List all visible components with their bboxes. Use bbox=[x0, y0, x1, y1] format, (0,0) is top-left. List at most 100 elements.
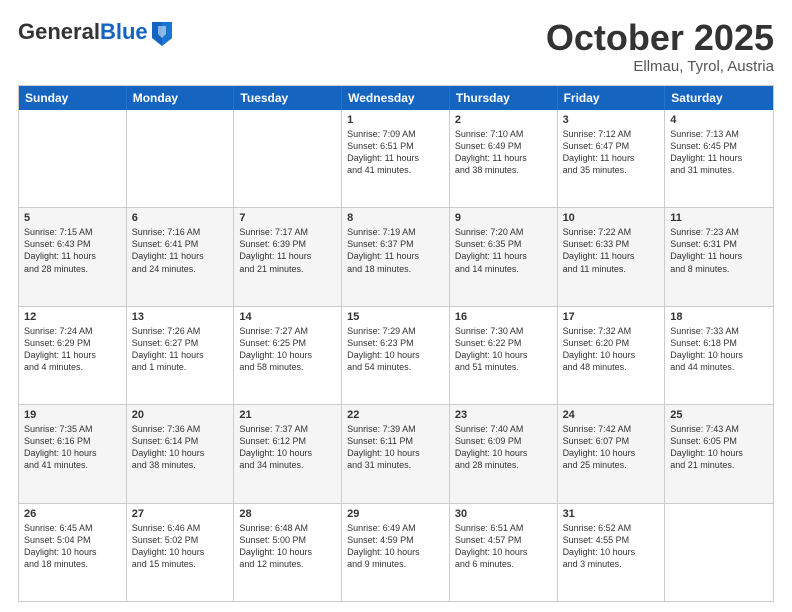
day-info: Sunrise: 7:37 AM Sunset: 6:12 PM Dayligh… bbox=[239, 423, 336, 472]
day-number: 19 bbox=[24, 409, 121, 421]
day-number: 17 bbox=[563, 311, 660, 323]
calendar-cell-day-21: 21 Sunrise: 7:37 AM Sunset: 6:12 PM Dayli… bbox=[234, 405, 342, 502]
header: GeneralBlue October 2025 Ellmau, Tyrol, … bbox=[18, 18, 774, 75]
day-number: 22 bbox=[347, 409, 444, 421]
calendar-header: SundayMondayTuesdayWednesdayThursdayFrid… bbox=[19, 86, 773, 110]
title-block: October 2025 Ellmau, Tyrol, Austria bbox=[546, 18, 774, 75]
day-number: 18 bbox=[670, 311, 768, 323]
logo: GeneralBlue bbox=[18, 18, 174, 46]
calendar-row-2: 5 Sunrise: 7:15 AM Sunset: 6:43 PM Daylig… bbox=[19, 207, 773, 305]
day-info: Sunrise: 7:12 AM Sunset: 6:47 PM Dayligh… bbox=[563, 128, 660, 177]
day-info: Sunrise: 7:19 AM Sunset: 6:37 PM Dayligh… bbox=[347, 226, 444, 275]
calendar-cell-day-3: 3 Sunrise: 7:12 AM Sunset: 6:47 PM Daylig… bbox=[558, 110, 666, 207]
calendar-cell-day-23: 23 Sunrise: 7:40 AM Sunset: 6:09 PM Dayli… bbox=[450, 405, 558, 502]
day-number: 15 bbox=[347, 311, 444, 323]
calendar-cell-day-24: 24 Sunrise: 7:42 AM Sunset: 6:07 PM Dayli… bbox=[558, 405, 666, 502]
day-info: Sunrise: 7:24 AM Sunset: 6:29 PM Dayligh… bbox=[24, 325, 121, 374]
calendar-cell-empty bbox=[665, 504, 773, 601]
day-number: 26 bbox=[24, 508, 121, 520]
day-info: Sunrise: 6:52 AM Sunset: 4:55 PM Dayligh… bbox=[563, 522, 660, 571]
calendar-row-1: 1Sunrise: 7:09 AM Sunset: 6:51 PM Daylig… bbox=[19, 110, 773, 207]
day-info: Sunrise: 6:46 AM Sunset: 5:02 PM Dayligh… bbox=[132, 522, 229, 571]
weekday-header-saturday: Saturday bbox=[665, 86, 773, 110]
day-number: 2 bbox=[455, 114, 552, 126]
day-info: Sunrise: 7:39 AM Sunset: 6:11 PM Dayligh… bbox=[347, 423, 444, 472]
calendar-cell-day-17: 17 Sunrise: 7:32 AM Sunset: 6:20 PM Dayli… bbox=[558, 307, 666, 404]
day-number: 5 bbox=[24, 212, 121, 224]
day-number: 6 bbox=[132, 212, 229, 224]
subtitle: Ellmau, Tyrol, Austria bbox=[546, 58, 774, 75]
day-number: 1 bbox=[347, 114, 444, 126]
calendar-cell-day-9: 9Sunrise: 7:20 AM Sunset: 6:35 PM Daylig… bbox=[450, 208, 558, 305]
calendar-row-4: 19Sunrise: 7:35 AM Sunset: 6:16 PM Dayli… bbox=[19, 404, 773, 502]
month-title: October 2025 bbox=[546, 18, 774, 58]
weekday-header-wednesday: Wednesday bbox=[342, 86, 450, 110]
calendar-body: 1Sunrise: 7:09 AM Sunset: 6:51 PM Daylig… bbox=[19, 110, 773, 601]
day-number: 16 bbox=[455, 311, 552, 323]
day-info: Sunrise: 7:43 AM Sunset: 6:05 PM Dayligh… bbox=[670, 423, 768, 472]
day-number: 30 bbox=[455, 508, 552, 520]
page: GeneralBlue October 2025 Ellmau, Tyrol, … bbox=[0, 0, 792, 612]
day-number: 29 bbox=[347, 508, 444, 520]
day-number: 21 bbox=[239, 409, 336, 421]
day-number: 20 bbox=[132, 409, 229, 421]
calendar-cell-day-2: 2 Sunrise: 7:10 AM Sunset: 6:49 PM Daylig… bbox=[450, 110, 558, 207]
day-number: 14 bbox=[239, 311, 336, 323]
day-info: Sunrise: 7:26 AM Sunset: 6:27 PM Dayligh… bbox=[132, 325, 229, 374]
day-number: 23 bbox=[455, 409, 552, 421]
day-info: Sunrise: 7:13 AM Sunset: 6:45 PM Dayligh… bbox=[670, 128, 768, 177]
day-info: Sunrise: 6:45 AM Sunset: 5:04 PM Dayligh… bbox=[24, 522, 121, 571]
calendar: SundayMondayTuesdayWednesdayThursdayFrid… bbox=[18, 85, 774, 602]
day-info: Sunrise: 7:27 AM Sunset: 6:25 PM Dayligh… bbox=[239, 325, 336, 374]
weekday-header-monday: Monday bbox=[127, 86, 235, 110]
day-info: Sunrise: 6:48 AM Sunset: 5:00 PM Dayligh… bbox=[239, 522, 336, 571]
weekday-header-sunday: Sunday bbox=[19, 86, 127, 110]
calendar-cell-day-26: 26 Sunrise: 6:45 AM Sunset: 5:04 PM Dayli… bbox=[19, 504, 127, 601]
day-info: Sunrise: 6:51 AM Sunset: 4:57 PM Dayligh… bbox=[455, 522, 552, 571]
calendar-cell-day-20: 20 Sunrise: 7:36 AM Sunset: 6:14 PM Dayli… bbox=[127, 405, 235, 502]
day-info: Sunrise: 7:23 AM Sunset: 6:31 PM Dayligh… bbox=[670, 226, 768, 275]
day-info: Sunrise: 7:29 AM Sunset: 6:23 PM Dayligh… bbox=[347, 325, 444, 374]
calendar-row-5: 26 Sunrise: 6:45 AM Sunset: 5:04 PM Dayli… bbox=[19, 503, 773, 601]
day-info: Sunrise: 7:36 AM Sunset: 6:14 PM Dayligh… bbox=[132, 423, 229, 472]
day-info: Sunrise: 7:30 AM Sunset: 6:22 PM Dayligh… bbox=[455, 325, 552, 374]
day-info: Sunrise: 7:16 AM Sunset: 6:41 PM Dayligh… bbox=[132, 226, 229, 275]
day-info: Sunrise: 7:40 AM Sunset: 6:09 PM Dayligh… bbox=[455, 423, 552, 472]
day-info: Sunrise: 7:33 AM Sunset: 6:18 PM Dayligh… bbox=[670, 325, 768, 374]
day-number: 10 bbox=[563, 212, 660, 224]
weekday-header-thursday: Thursday bbox=[450, 86, 558, 110]
calendar-cell-day-29: 29 Sunrise: 6:49 AM Sunset: 4:59 PM Dayli… bbox=[342, 504, 450, 601]
calendar-cell-day-6: 6 Sunrise: 7:16 AM Sunset: 6:41 PM Daylig… bbox=[127, 208, 235, 305]
day-info: Sunrise: 7:17 AM Sunset: 6:39 PM Dayligh… bbox=[239, 226, 336, 275]
calendar-cell-day-30: 30 Sunrise: 6:51 AM Sunset: 4:57 PM Dayli… bbox=[450, 504, 558, 601]
day-number: 24 bbox=[563, 409, 660, 421]
day-info: Sunrise: 7:20 AM Sunset: 6:35 PM Dayligh… bbox=[455, 226, 552, 275]
day-number: 4 bbox=[670, 114, 768, 126]
logo-general-text: General bbox=[18, 19, 100, 44]
calendar-cell-day-15: 15 Sunrise: 7:29 AM Sunset: 6:23 PM Dayli… bbox=[342, 307, 450, 404]
day-number: 7 bbox=[239, 212, 336, 224]
calendar-cell-day-28: 28Sunrise: 6:48 AM Sunset: 5:00 PM Dayli… bbox=[234, 504, 342, 601]
day-number: 3 bbox=[563, 114, 660, 126]
calendar-cell-day-11: 11Sunrise: 7:23 AM Sunset: 6:31 PM Dayli… bbox=[665, 208, 773, 305]
calendar-cell-day-31: 31 Sunrise: 6:52 AM Sunset: 4:55 PM Dayli… bbox=[558, 504, 666, 601]
calendar-cell-day-8: 8Sunrise: 7:19 AM Sunset: 6:37 PM Daylig… bbox=[342, 208, 450, 305]
calendar-cell-empty bbox=[127, 110, 235, 207]
calendar-cell-day-7: 7 Sunrise: 7:17 AM Sunset: 6:39 PM Daylig… bbox=[234, 208, 342, 305]
calendar-cell-day-27: 27 Sunrise: 6:46 AM Sunset: 5:02 PM Dayli… bbox=[127, 504, 235, 601]
day-number: 31 bbox=[563, 508, 660, 520]
logo-icon bbox=[150, 18, 174, 46]
calendar-cell-day-1: 1Sunrise: 7:09 AM Sunset: 6:51 PM Daylig… bbox=[342, 110, 450, 207]
calendar-cell-day-19: 19Sunrise: 7:35 AM Sunset: 6:16 PM Dayli… bbox=[19, 405, 127, 502]
weekday-header-tuesday: Tuesday bbox=[234, 86, 342, 110]
day-info: Sunrise: 7:42 AM Sunset: 6:07 PM Dayligh… bbox=[563, 423, 660, 472]
day-info: Sunrise: 7:15 AM Sunset: 6:43 PM Dayligh… bbox=[24, 226, 121, 275]
calendar-cell-day-5: 5 Sunrise: 7:15 AM Sunset: 6:43 PM Daylig… bbox=[19, 208, 127, 305]
day-info: Sunrise: 7:32 AM Sunset: 6:20 PM Dayligh… bbox=[563, 325, 660, 374]
calendar-cell-day-16: 16 Sunrise: 7:30 AM Sunset: 6:22 PM Dayli… bbox=[450, 307, 558, 404]
logo-blue-text: Blue bbox=[100, 19, 148, 44]
calendar-cell-day-18: 18 Sunrise: 7:33 AM Sunset: 6:18 PM Dayli… bbox=[665, 307, 773, 404]
day-number: 27 bbox=[132, 508, 229, 520]
day-info: Sunrise: 6:49 AM Sunset: 4:59 PM Dayligh… bbox=[347, 522, 444, 571]
day-info: Sunrise: 7:10 AM Sunset: 6:49 PM Dayligh… bbox=[455, 128, 552, 177]
